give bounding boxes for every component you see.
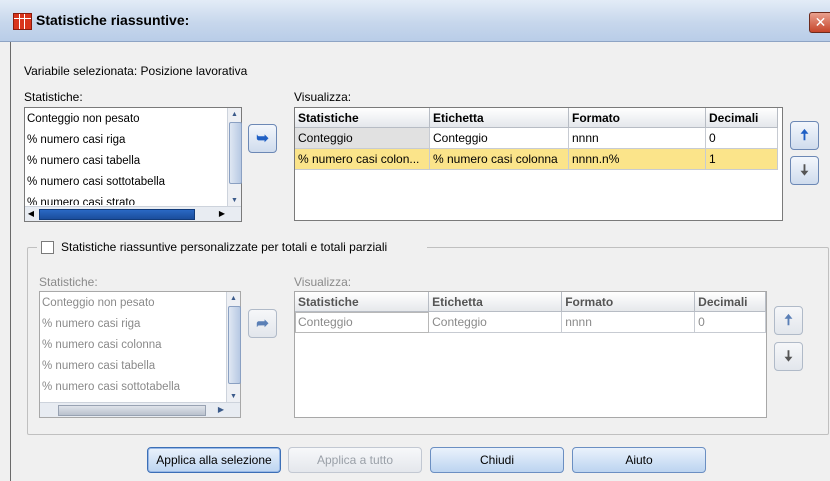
table-cell[interactable]: 0 xyxy=(705,127,778,149)
bottom-display-grid[interactable]: Statistiche Etichetta Formato Decimali C… xyxy=(294,291,767,418)
top-display-label: Visualizza: xyxy=(294,90,352,104)
horizontal-scrollbar[interactable]: ◀ ▶ xyxy=(25,206,241,221)
dialog-window: Statistiche riassuntive: ✕ Variabile sel… xyxy=(0,0,830,481)
column-header: Formato xyxy=(568,108,706,128)
scroll-thumb[interactable] xyxy=(228,306,241,384)
bottom-display-label: Visualizza: xyxy=(294,275,352,289)
list-item: % numero casi colonna xyxy=(42,339,162,351)
table-cell: 0 xyxy=(694,311,766,333)
bottom-move-button[interactable]: ➦ xyxy=(248,309,277,338)
list-item[interactable]: % numero casi sottotabella xyxy=(27,176,165,188)
table-row: Conteggio Conteggio nnnn 0 xyxy=(295,311,766,333)
column-header: Formato xyxy=(561,292,696,312)
vertical-scrollbar[interactable]: ▲ ▼ xyxy=(227,108,242,207)
close-button[interactable]: Chiudi xyxy=(430,447,564,473)
scroll-up-icon[interactable]: ▲ xyxy=(228,108,241,121)
column-header: Decimali xyxy=(694,292,766,312)
table-cell: Conteggio xyxy=(295,311,430,333)
list-item: % numero casi tabella xyxy=(42,360,156,372)
move-to-display-button[interactable]: ➥ xyxy=(248,124,277,153)
arrow-right-icon: ➦ xyxy=(256,315,269,332)
table-cell[interactable]: nnnn xyxy=(568,127,706,149)
arrow-up-icon: 🠅 xyxy=(784,312,793,329)
column-header: Etichetta xyxy=(429,108,569,128)
column-header: Statistiche xyxy=(295,108,430,128)
list-item[interactable]: % numero casi riga xyxy=(27,134,125,146)
arrow-down-icon: 🠇 xyxy=(800,162,809,179)
scroll-right-icon[interactable]: ▶ xyxy=(215,403,227,417)
column-header: Decimali xyxy=(705,108,778,128)
bottom-stats-label: Statistiche: xyxy=(39,275,98,289)
window-title: Statistiche riassuntive: xyxy=(36,12,190,28)
table-cell[interactable]: Conteggio xyxy=(429,127,569,149)
custom-summary-checkbox-label[interactable]: Statistiche riassuntive personalizzate p… xyxy=(61,240,387,254)
list-item[interactable]: Conteggio non pesato xyxy=(27,113,140,125)
scroll-thumb[interactable] xyxy=(39,209,195,220)
scroll-right-icon[interactable]: ▶ xyxy=(216,207,228,221)
list-item[interactable]: % numero casi tabella xyxy=(27,155,140,167)
scroll-up-icon[interactable]: ▲ xyxy=(227,292,240,305)
vertical-scrollbar[interactable]: ▲ ▼ xyxy=(226,292,241,403)
table-row[interactable]: Conteggio Conteggio nnnn 0 xyxy=(295,127,778,149)
horizontal-scrollbar[interactable]: ▶ xyxy=(40,402,240,417)
top-display-table: Statistiche Etichetta Formato Decimali C… xyxy=(295,108,778,170)
title-bar: Statistiche riassuntive: ✕ xyxy=(0,0,830,42)
selected-variable-label: Variabile selezionata: Posizione lavorat… xyxy=(24,64,248,78)
apply-selection-button[interactable]: Applica alla selezione xyxy=(147,447,281,473)
table-cell[interactable]: % numero casi colonna xyxy=(429,148,569,170)
table-row[interactable]: % numero casi colon... % numero casi col… xyxy=(295,148,778,170)
column-header: Statistiche xyxy=(295,292,430,312)
list-item[interactable]: % numero casi strato xyxy=(27,197,135,205)
list-item: % numero casi riga xyxy=(42,318,141,330)
scroll-left-icon[interactable]: ◀ xyxy=(25,207,37,221)
column-header: Etichetta xyxy=(428,292,563,312)
scroll-thumb[interactable] xyxy=(58,405,206,416)
move-up-button[interactable]: 🠅 xyxy=(790,121,819,150)
bottom-display-table: Statistiche Etichetta Formato Decimali C… xyxy=(295,292,766,333)
bottom-move-up-button[interactable]: 🠅 xyxy=(774,306,803,335)
arrow-up-icon: 🠅 xyxy=(800,127,809,144)
bottom-stats-listbox[interactable]: Conteggio non pesato % numero casi riga … xyxy=(39,291,241,418)
arrow-down-icon: 🠇 xyxy=(784,348,793,365)
bottom-move-down-button[interactable]: 🠇 xyxy=(774,342,803,371)
move-down-button[interactable]: 🠇 xyxy=(790,156,819,185)
dialog-content: Variabile selezionata: Posizione lavorat… xyxy=(10,42,830,481)
table-cell: Conteggio xyxy=(428,311,563,333)
table-cell[interactable]: 1 xyxy=(705,148,778,170)
scroll-thumb[interactable] xyxy=(229,122,242,184)
groupbox-caption: Statistiche riassuntive personalizzate p… xyxy=(37,239,427,255)
list-item: % numero casi sottotabella xyxy=(42,381,181,393)
apply-all-button[interactable]: Applica a tutto xyxy=(288,447,422,473)
table-cell: nnnn xyxy=(561,311,696,333)
top-display-grid[interactable]: Statistiche Etichetta Formato Decimali C… xyxy=(294,107,783,221)
top-stats-listbox[interactable]: Conteggio non pesato % numero casi riga … xyxy=(24,107,242,222)
table-cell[interactable]: % numero casi colon... xyxy=(295,148,430,170)
list-item: Conteggio non pesato xyxy=(42,297,155,309)
table-cell[interactable]: Conteggio xyxy=(295,127,430,149)
help-button[interactable]: Aiuto xyxy=(572,447,706,473)
custom-summary-checkbox[interactable] xyxy=(41,241,54,254)
table-cell[interactable]: nnnn.n% xyxy=(568,148,706,170)
arrow-left-icon: ➥ xyxy=(256,130,269,147)
close-icon[interactable]: ✕ xyxy=(809,12,830,33)
table-icon xyxy=(13,13,32,30)
top-stats-label: Statistiche: xyxy=(24,90,83,104)
